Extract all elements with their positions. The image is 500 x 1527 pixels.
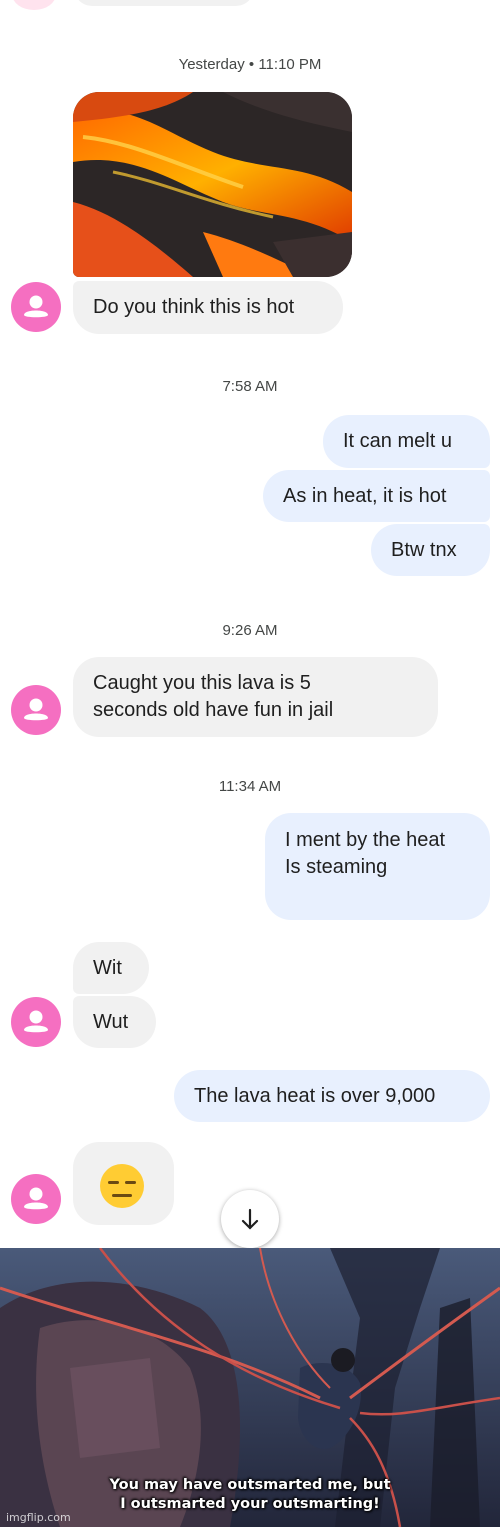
scroll-to-bottom-button[interactable] — [221, 1190, 279, 1248]
lava-image-attachment[interactable] — [73, 92, 352, 277]
timestamp: 7:58 AM — [222, 378, 278, 395]
message-bubble[interactable]: I ment by the heat Is steaming — [265, 813, 490, 920]
person-icon — [24, 1010, 48, 1033]
timestamp: Yesterday • 11:10 PM — [178, 56, 322, 73]
contact-avatar[interactable] — [11, 282, 61, 332]
previous-message-bubble — [74, 0, 254, 6]
person-icon — [24, 1187, 48, 1210]
person-icon — [24, 698, 48, 721]
message-bubble[interactable]: Wit — [73, 942, 149, 994]
meme-caption-line-2: I outsmarted your outsmarting! — [120, 1496, 380, 1512]
contact-avatar[interactable] — [11, 997, 61, 1047]
contact-avatar[interactable] — [11, 1174, 61, 1224]
message-bubble[interactable]: Do you think this is hot — [73, 281, 343, 334]
message-bubble[interactable]: It can melt u — [323, 415, 490, 468]
message-bubble[interactable]: Wut — [73, 996, 156, 1048]
message-bubble[interactable]: The lava heat is over 9,000 — [174, 1070, 490, 1122]
message-bubble[interactable]: As in heat, it is hot — [263, 470, 490, 522]
arrow-down-icon — [241, 1208, 259, 1230]
meme-caption-line-1: You may have outsmarted me, but — [109, 1477, 391, 1493]
expressionless-face-icon — [97, 1163, 147, 1209]
contact-avatar[interactable] — [11, 685, 61, 735]
message-bubble[interactable]: Btw tnx — [371, 524, 490, 576]
previous-avatar — [12, 0, 56, 10]
message-bubble[interactable]: Caught you this lava is 5 seconds old ha… — [73, 657, 438, 737]
timestamp: 9:26 AM — [222, 622, 278, 639]
imgflip-watermark: imgflip.com — [6, 1511, 71, 1524]
timestamp: 11:34 AM — [218, 778, 282, 795]
person-icon — [24, 295, 48, 318]
